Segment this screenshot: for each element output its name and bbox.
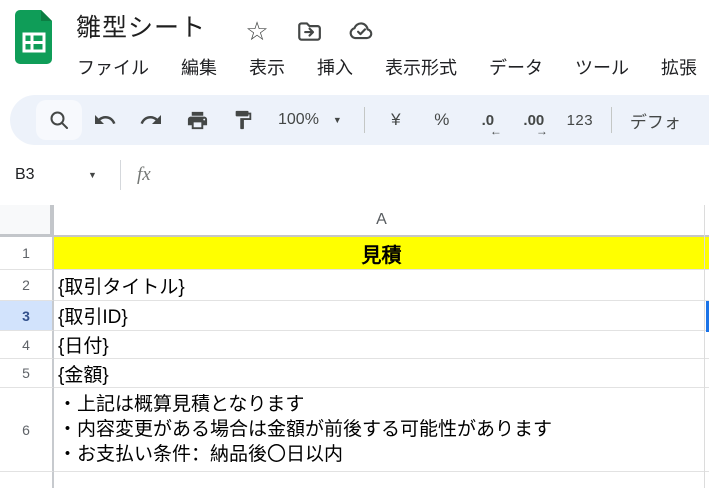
menu-file[interactable]: ファイル	[76, 52, 150, 82]
arrow-left-icon: ←	[489, 124, 502, 138]
zoom-control[interactable]: 100% ▼	[266, 111, 356, 129]
cell-a6-line-3: ・お支払い条件：納品後〇日以内	[58, 444, 344, 465]
row-header-7[interactable]	[0, 472, 54, 488]
cell-a5[interactable]: {金額}	[54, 359, 709, 388]
format-currency-button[interactable]: ¥	[373, 100, 419, 140]
search-button[interactable]	[36, 100, 82, 140]
name-box[interactable]: B3	[0, 166, 88, 184]
format-percent-button[interactable]: %	[419, 100, 465, 140]
name-box-caret-icon[interactable]: ▼	[88, 170, 116, 180]
titlebar: 雛型シート ☆ ファイル 編集 表示 挿入 表示形式 データ ツール 拡張	[0, 0, 709, 90]
row-header-1[interactable]: 1	[0, 237, 54, 270]
cell-a3[interactable]: {取引ID}	[54, 301, 709, 331]
cell-a4[interactable]: {日付}	[54, 331, 709, 359]
row-6: 6 ・上記は概算見積となります ・内容変更がある場合は金額が前後する可能性があり…	[0, 388, 709, 472]
row-1: 1 見積	[0, 237, 709, 270]
sheets-logo-icon[interactable]	[15, 9, 53, 70]
row-5: 5 {金額}	[0, 359, 709, 388]
cloud-saved-icon[interactable]	[342, 14, 380, 48]
row-3: 3 {取引ID}	[0, 301, 709, 331]
more-formats-button[interactable]: 123	[557, 100, 603, 140]
paint-format-icon	[235, 110, 252, 130]
row-header-4[interactable]: 4	[0, 331, 54, 359]
menu-tools[interactable]: ツール	[574, 52, 630, 82]
cell-a6[interactable]: ・上記は概算見積となります ・内容変更がある場合は金額が前後する可能性があります…	[54, 388, 709, 472]
spreadsheet-grid: A 1 見積 2 {取引タイトル} 3 {取引ID} 4 {日付} 5 {金額}…	[0, 205, 709, 488]
row-header-6[interactable]: 6	[0, 388, 54, 472]
menu-view[interactable]: 表示	[248, 52, 286, 82]
decrease-decimal-button[interactable]: .0 ←	[465, 100, 511, 140]
row-header-5[interactable]: 5	[0, 359, 54, 388]
toolbar-divider	[363, 107, 365, 133]
formula-bar: B3 ▼ fx	[0, 150, 709, 200]
formula-bar-divider	[120, 160, 121, 190]
undo-icon	[95, 115, 116, 124]
redo-button[interactable]	[128, 100, 174, 140]
row-header-3-selected[interactable]: 3	[0, 301, 54, 331]
increase-decimal-button[interactable]: .00 →	[511, 100, 557, 140]
cell-a6-line-2: ・内容変更がある場合は金額が前後する可能性があります	[58, 419, 553, 440]
menu-data[interactable]: データ	[488, 52, 544, 82]
row-4: 4 {日付}	[0, 331, 709, 359]
menu-insert[interactable]: 挿入	[316, 52, 354, 82]
document-title[interactable]: 雛型シート	[76, 8, 206, 44]
cell-a1[interactable]: 見積	[54, 237, 709, 270]
arrow-right-icon: →	[535, 124, 548, 138]
menubar: ファイル 編集 表示 挿入 表示形式 データ ツール 拡張	[76, 52, 698, 82]
menu-edit[interactable]: 編集	[180, 52, 218, 82]
zoom-value: 100%	[278, 111, 319, 128]
menu-extensions[interactable]: 拡張	[660, 52, 698, 82]
menu-format[interactable]: 表示形式	[384, 52, 458, 82]
font-select[interactable]: デフォ	[630, 108, 681, 133]
star-icon[interactable]: ☆	[238, 14, 276, 48]
move-folder-icon[interactable]	[290, 14, 328, 48]
redo-icon	[140, 115, 161, 124]
print-icon	[187, 111, 207, 129]
search-icon	[50, 111, 68, 129]
toolbar: 100% ▼ ¥ % .0 ← .00 → 123 デフォ	[10, 95, 709, 145]
fx-icon: fx	[137, 164, 151, 185]
cell-a6-line-1: ・上記は概算見積となります	[58, 394, 305, 415]
undo-button[interactable]	[82, 100, 128, 140]
row-header-2[interactable]: 2	[0, 270, 54, 301]
cell-a7[interactable]	[54, 472, 709, 488]
select-all-corner[interactable]	[0, 205, 54, 237]
google-sheets-app: 雛型シート ☆ ファイル 編集 表示 挿入 表示形式 データ ツール 拡張 10…	[0, 0, 709, 488]
toolbar-divider	[610, 107, 612, 133]
chevron-down-icon: ▼	[332, 115, 342, 125]
print-button[interactable]	[174, 100, 220, 140]
paint-format-button[interactable]	[220, 100, 266, 140]
cell-a2[interactable]: {取引タイトル}	[54, 270, 709, 301]
row-7	[0, 472, 709, 488]
row-2: 2 {取引タイトル}	[0, 270, 709, 301]
column-header-a[interactable]: A	[54, 205, 709, 237]
column-a-b-gridline	[704, 205, 705, 488]
